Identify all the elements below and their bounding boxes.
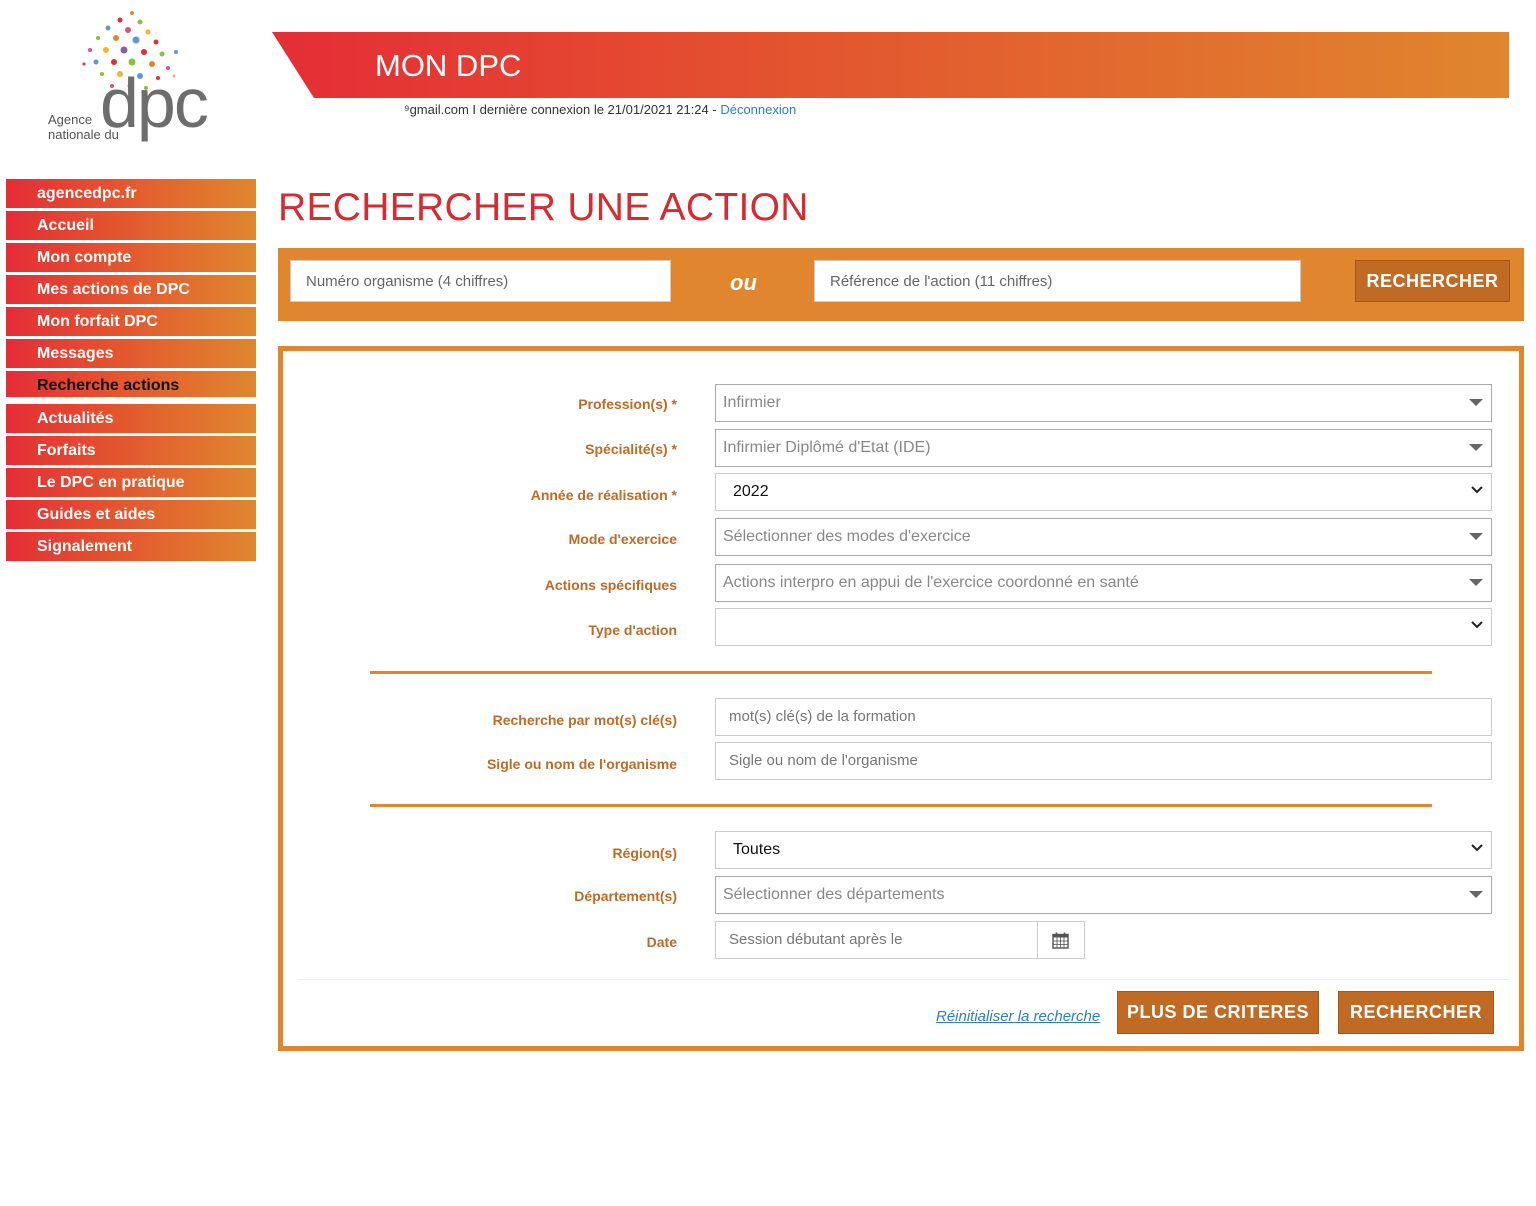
motcle-input[interactable]: mot(s) clé(s) de la formation [715, 698, 1492, 736]
logo-caption-line1: Agence [48, 112, 93, 127]
sidebar-item-mes-actions[interactable]: Mes actions de DPC [6, 275, 256, 304]
specialite-select[interactable]: Infirmier Diplômé d'Etat (IDE) [715, 429, 1492, 467]
region-select[interactable]: Toutes [715, 831, 1492, 869]
actions-specifiques-value: Actions interpro en appui de l'exercice … [723, 574, 1139, 591]
specialite-value: Infirmier Diplômé d'Etat (IDE) [723, 439, 931, 456]
motcle-placeholder: mot(s) clé(s) de la formation [729, 708, 916, 725]
action-reference-input[interactable] [814, 260, 1301, 302]
calendar-icon [1052, 932, 1069, 949]
app-title: MON DPC [375, 48, 522, 83]
sidebar-item-recherche-actions[interactable]: Recherche actions [6, 371, 256, 401]
mode-exercice-value: Sélectionner des modes d'exercice [723, 528, 971, 545]
specialite-label: Spécialité(s) * [585, 441, 677, 457]
annee-label: Année de réalisation * [530, 487, 677, 503]
section-divider [370, 804, 1432, 807]
departement-value: Sélectionner des départements [723, 886, 945, 903]
sidebar-item-mon-forfait[interactable]: Mon forfait DPC [6, 307, 256, 336]
region-value: Toutes [733, 841, 781, 858]
chevron-down-icon [1471, 486, 1483, 494]
logout-link[interactable]: Déconnexion [720, 102, 796, 117]
user-session-info: ⁹gmail.com I dernière connexion le 21/01… [404, 102, 796, 117]
calendar-button[interactable] [1037, 922, 1084, 958]
search-form: Profession(s) * Infirmier Spécialité(s) … [278, 346, 1524, 1051]
sidebar-item-actualites[interactable]: Actualités [6, 404, 256, 433]
sidebar-nav: agencedpc.fr Accueil Mon compte Mes acti… [6, 179, 256, 564]
departement-label: Département(s) [574, 888, 677, 904]
chevron-down-icon [1471, 844, 1483, 852]
mode-exercice-label: Mode d'exercice [568, 531, 677, 547]
logo-caption-line2: nationale du [48, 127, 119, 142]
departement-select[interactable]: Sélectionner des départements [715, 876, 1492, 914]
actions-specifiques-label: Actions spécifiques [544, 577, 677, 593]
mode-exercice-select[interactable]: Sélectionner des modes d'exercice [715, 518, 1492, 556]
sidebar-item-accueil[interactable]: Accueil [6, 211, 256, 240]
sidebar-item-dpc-pratique[interactable]: Le DPC en pratique [6, 468, 256, 497]
sidebar-item-agencedpc[interactable]: agencedpc.fr [6, 179, 256, 208]
form-footer-divider [298, 979, 1509, 980]
quick-search-bar: ou RECHERCHER [278, 248, 1524, 321]
quick-search-button[interactable]: RECHERCHER [1355, 260, 1510, 302]
search-button[interactable]: RECHERCHER [1338, 991, 1494, 1034]
dropdown-triangle-icon [1469, 444, 1483, 451]
reset-search-link[interactable]: Réinitialiser la recherche [936, 1008, 1100, 1025]
logo-caption: Agence nationale du [48, 112, 119, 142]
actions-specifiques-select[interactable]: Actions interpro en appui de l'exercice … [715, 564, 1492, 602]
dropdown-triangle-icon [1469, 579, 1483, 586]
organisme-placeholder: Sigle ou nom de l'organisme [729, 752, 918, 769]
organisme-input[interactable]: Sigle ou nom de l'organisme [715, 742, 1492, 780]
sidebar-item-guides[interactable]: Guides et aides [6, 500, 256, 529]
sidebar-item-signalement[interactable]: Signalement [6, 532, 256, 561]
agency-logo[interactable]: dpc Agence nationale du [40, 6, 210, 146]
annee-select[interactable]: 2022 [715, 473, 1492, 511]
type-action-select[interactable] [715, 608, 1492, 646]
sidebar-item-forfaits[interactable]: Forfaits [6, 436, 256, 465]
date-label: Date [646, 934, 677, 950]
organism-number-input[interactable] [290, 260, 671, 302]
type-action-label: Type d'action [588, 622, 677, 638]
profession-label: Profession(s) * [578, 396, 677, 412]
organisme-label: Sigle ou nom de l'organisme [486, 756, 677, 772]
dropdown-triangle-icon [1469, 533, 1483, 540]
or-separator: ou [730, 270, 757, 295]
motcle-label: Recherche par mot(s) clé(s) [492, 712, 677, 728]
dropdown-triangle-icon [1469, 891, 1483, 898]
annee-value: 2022 [733, 483, 769, 500]
profession-select[interactable]: Infirmier [715, 384, 1492, 422]
date-picker: Session débutant après le [715, 921, 1085, 959]
chevron-down-icon [1471, 621, 1483, 629]
more-criteria-button[interactable]: PLUS DE CRITERES [1117, 991, 1319, 1034]
sidebar-item-mon-compte[interactable]: Mon compte [6, 243, 256, 272]
dropdown-triangle-icon [1469, 399, 1483, 406]
region-label: Région(s) [612, 845, 677, 861]
page-title: RECHERCHER UNE ACTION [278, 186, 809, 229]
sidebar-item-messages[interactable]: Messages [6, 339, 256, 368]
section-divider [370, 671, 1432, 674]
date-input[interactable]: Session débutant après le [716, 922, 1038, 958]
profession-value: Infirmier [723, 394, 781, 411]
user-session-text: ⁹gmail.com I dernière connexion le 21/01… [404, 102, 721, 117]
